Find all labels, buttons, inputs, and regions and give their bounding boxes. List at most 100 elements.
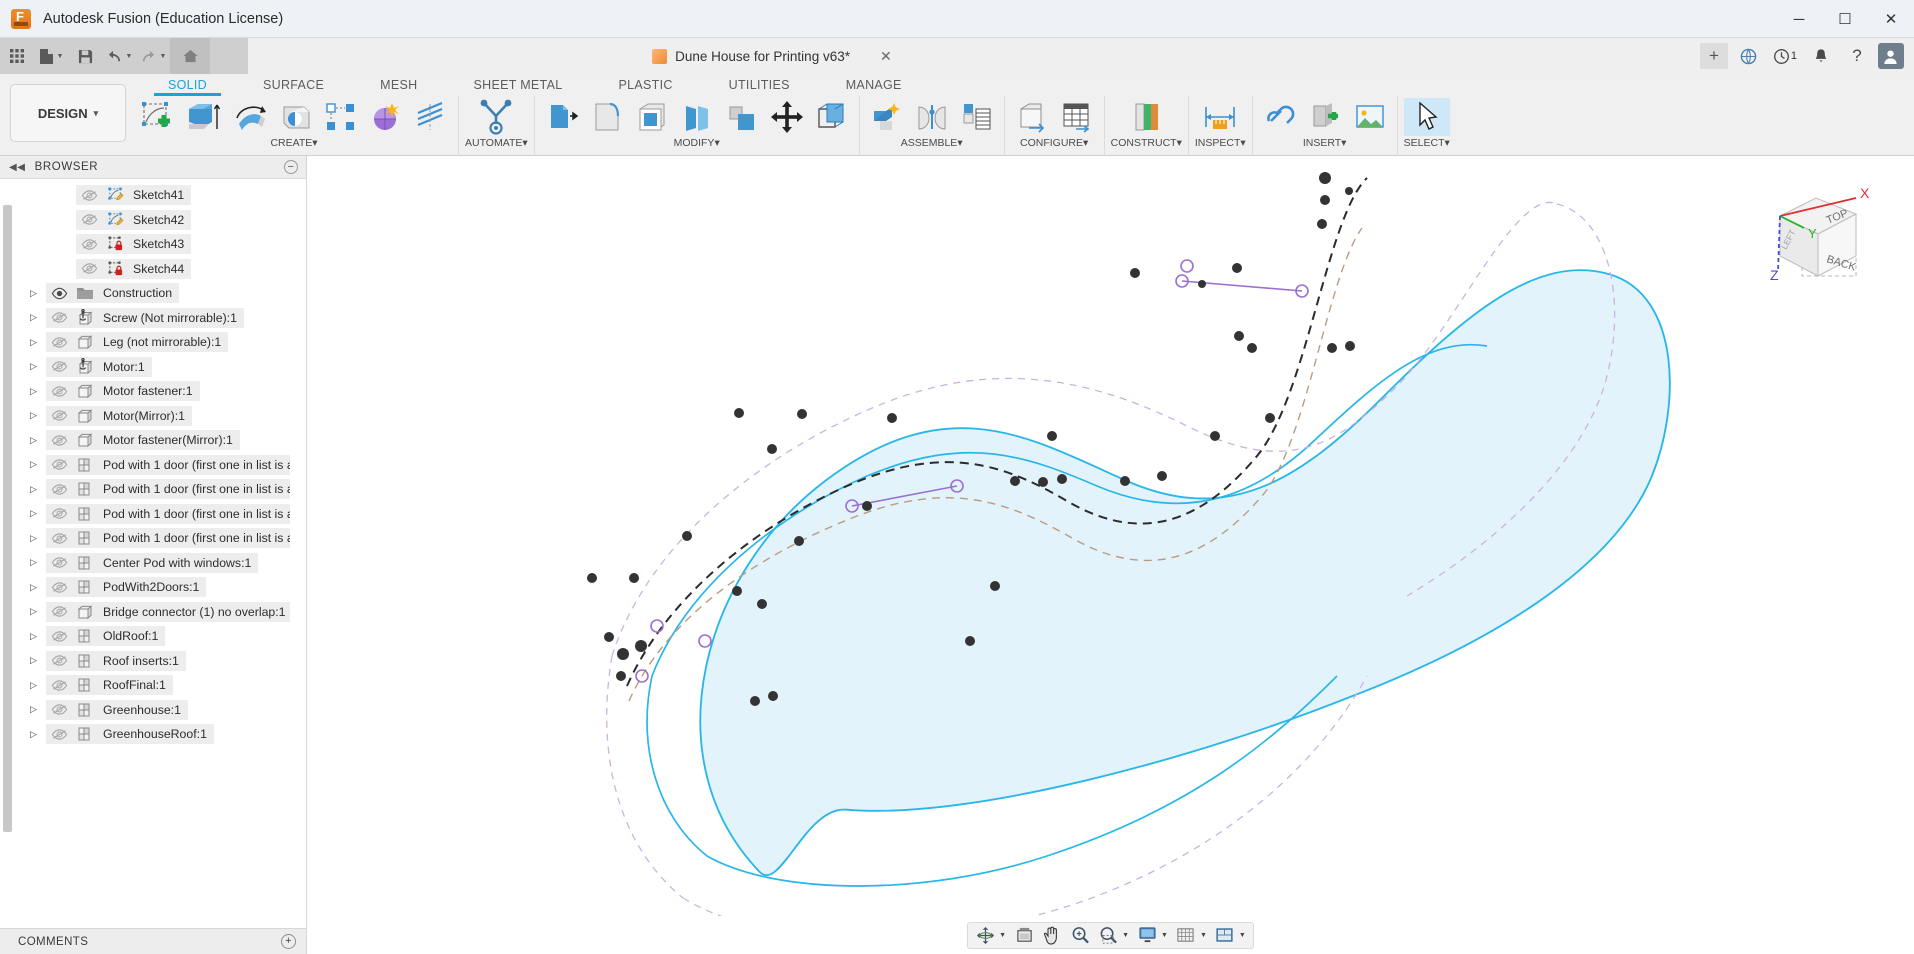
display-settings-icon[interactable] xyxy=(1133,923,1161,948)
fillet-icon[interactable] xyxy=(586,98,628,136)
display-settings-caret-icon[interactable]: ▼ xyxy=(1161,932,1168,939)
draft-icon[interactable] xyxy=(676,98,718,136)
browser-item[interactable]: Sketch44 xyxy=(0,257,306,282)
ribbon-group-label-create[interactable]: CREATE▾ xyxy=(270,137,317,149)
coil-icon[interactable] xyxy=(410,98,452,136)
document-tab[interactable]: Dune House for Printing v63* ✕ xyxy=(652,48,892,65)
redo-icon[interactable]: ▼ xyxy=(138,41,168,71)
browser-item[interactable]: ▷ Bridge connector (1) no overlap:1 xyxy=(0,600,306,625)
expand-arrow-icon[interactable]: ▷ xyxy=(30,631,46,642)
ribbon-group-label-select[interactable]: SELECT▾ xyxy=(1404,137,1450,149)
browser-item[interactable]: ▷ Leg (not mirrorable):1 xyxy=(0,330,306,355)
close-document-icon[interactable]: ✕ xyxy=(880,48,892,65)
insert-derive-icon[interactable] xyxy=(1259,98,1301,136)
ribbon-group-label-automate[interactable]: AUTOMATE▾ xyxy=(465,137,528,149)
grid-snaps-caret-icon[interactable]: ▼ xyxy=(1200,932,1207,939)
zoom-window-icon[interactable] xyxy=(1094,923,1122,948)
select-cursor-icon[interactable] xyxy=(1403,98,1450,136)
sweep-icon[interactable] xyxy=(275,98,317,136)
expand-arrow-icon[interactable]: ▷ xyxy=(30,680,46,691)
ribbon-group-label-inspect[interactable]: INSPECT▾ xyxy=(1195,137,1246,149)
create-sketch-icon[interactable] xyxy=(136,98,178,136)
ribbon-tab-manage[interactable]: MANAGE xyxy=(818,78,930,92)
shell-icon[interactable] xyxy=(631,98,673,136)
viewports-caret-icon[interactable]: ▼ xyxy=(1239,932,1246,939)
browser-item[interactable]: ▷ GreenhouseRoof:1 xyxy=(0,722,306,747)
visibility-off-icon[interactable] xyxy=(46,675,72,696)
visibility-off-icon[interactable] xyxy=(76,185,102,206)
expand-arrow-icon[interactable]: ▷ xyxy=(30,361,46,372)
browser-item[interactable]: ▷ Construction xyxy=(0,281,306,306)
look-at-icon[interactable] xyxy=(1010,923,1038,948)
add-comment-icon[interactable]: + xyxy=(281,934,296,949)
pan-icon[interactable] xyxy=(1038,923,1066,948)
ribbon-tab-mesh[interactable]: MESH xyxy=(352,78,445,92)
visibility-off-icon[interactable] xyxy=(46,454,72,475)
visibility-off-icon[interactable] xyxy=(46,724,72,745)
visibility-off-icon[interactable] xyxy=(46,332,72,353)
align-icon[interactable] xyxy=(811,98,853,136)
browser-item[interactable]: ▷ Screw (Not mirrorable):1 xyxy=(0,306,306,331)
extensions-icon[interactable] xyxy=(1734,41,1764,71)
collapse-left-icon[interactable]: ◀◀ xyxy=(0,162,35,173)
help-icon[interactable]: ? xyxy=(1842,41,1872,71)
ribbon-tab-plastic[interactable]: PLASTIC xyxy=(590,78,700,92)
visibility-off-icon[interactable] xyxy=(46,405,72,426)
visibility-off-icon[interactable] xyxy=(46,381,72,402)
visibility-off-icon[interactable] xyxy=(46,430,72,451)
visibility-off-icon[interactable] xyxy=(46,356,72,377)
visibility-off-icon[interactable] xyxy=(46,601,72,622)
expand-arrow-icon[interactable]: ▷ xyxy=(30,484,46,495)
ribbon-group-label-assemble[interactable]: ASSEMBLE▾ xyxy=(901,137,963,149)
browser-item[interactable]: ▷ PodWith2Doors:1 xyxy=(0,575,306,600)
visibility-off-icon[interactable] xyxy=(46,650,72,671)
view-cube[interactable]: TOP BACK LEFT X Y Z xyxy=(1756,184,1880,294)
new-tab-button[interactable]: + xyxy=(1699,43,1728,69)
visibility-on-icon[interactable] xyxy=(46,283,72,304)
joint-icon[interactable] xyxy=(911,98,953,136)
new-file-caret-icon[interactable]: ▼ xyxy=(57,53,64,60)
browser-item[interactable]: ▷ Motor(Mirror):1 xyxy=(0,404,306,429)
redo-caret-icon[interactable]: ▼ xyxy=(160,53,167,60)
expand-arrow-icon[interactable]: ▷ xyxy=(30,459,46,470)
extrude-icon[interactable] xyxy=(181,98,227,136)
browser-item[interactable]: ▷ Pod with 1 door (first one in list is a… xyxy=(0,502,306,527)
expand-arrow-icon[interactable]: ▷ xyxy=(30,435,46,446)
pattern-icon[interactable] xyxy=(320,98,362,136)
visibility-off-icon[interactable] xyxy=(76,234,102,255)
new-component-icon[interactable] xyxy=(866,98,908,136)
expand-arrow-icon[interactable]: ▷ xyxy=(30,557,46,568)
browser-item[interactable]: ▷ Pod with 1 door (first one in list is a… xyxy=(0,526,306,551)
expand-arrow-icon[interactable]: ▷ xyxy=(30,508,46,519)
expand-arrow-icon[interactable]: ▷ xyxy=(30,410,46,421)
workspace-selector[interactable]: DESIGN ▾ xyxy=(10,84,126,142)
new-file-icon[interactable]: ▼ xyxy=(36,41,66,71)
expand-arrow-icon[interactable]: ▷ xyxy=(30,704,46,715)
grid-snaps-icon[interactable] xyxy=(1172,923,1200,948)
visibility-off-icon[interactable] xyxy=(46,626,72,647)
job-status-icon[interactable]: 1 xyxy=(1770,41,1800,71)
offset-plane-icon[interactable] xyxy=(1125,98,1167,136)
scale-icon[interactable] xyxy=(721,98,763,136)
expand-arrow-icon[interactable]: ▷ xyxy=(30,606,46,617)
browser-item[interactable]: Sketch42 xyxy=(0,208,306,233)
ribbon-group-label-modify[interactable]: MODIFY▾ xyxy=(674,137,720,149)
browser-item[interactable]: ▷ OldRoof:1 xyxy=(0,624,306,649)
zoom-icon[interactable] xyxy=(1066,923,1094,948)
bell-icon[interactable] xyxy=(1806,41,1836,71)
visibility-off-icon[interactable] xyxy=(46,479,72,500)
browser-scrollbar[interactable] xyxy=(3,205,12,832)
expand-arrow-icon[interactable]: ▷ xyxy=(30,533,46,544)
browser-minimize-icon[interactable]: − xyxy=(284,160,298,174)
comments-panel-header[interactable]: COMMENTS + xyxy=(0,928,306,954)
save-icon[interactable] xyxy=(70,41,100,71)
automate-icon[interactable] xyxy=(473,98,519,136)
app-grid-icon[interactable] xyxy=(2,41,32,71)
browser-item[interactable]: Sketch41 xyxy=(0,183,306,208)
close-button[interactable]: ✕ xyxy=(1868,0,1914,38)
browser-item[interactable]: ▷ Greenhouse:1 xyxy=(0,698,306,723)
visibility-off-icon[interactable] xyxy=(76,258,102,279)
visibility-off-icon[interactable] xyxy=(46,577,72,598)
visibility-off-icon[interactable] xyxy=(46,528,72,549)
measure-icon[interactable] xyxy=(1199,98,1241,136)
